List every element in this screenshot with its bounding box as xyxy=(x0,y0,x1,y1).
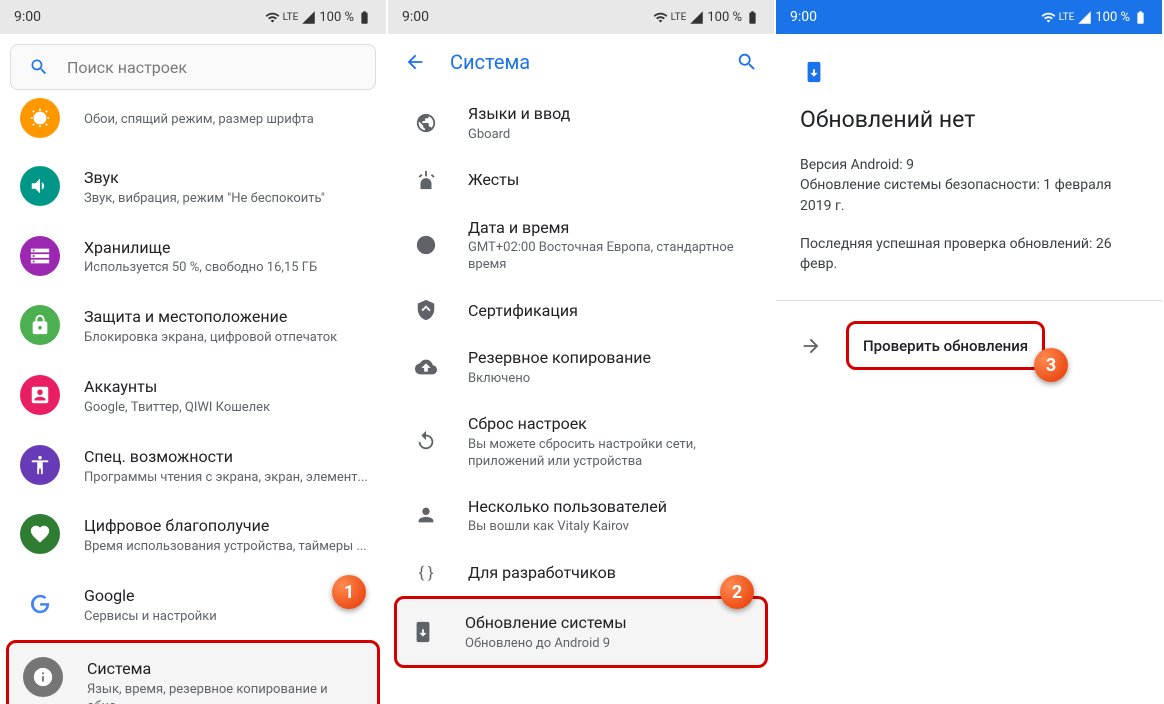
system-item-languages[interactable]: Языки и вводGboard xyxy=(388,90,774,156)
check-updates-row: Проверить обновления xyxy=(776,301,1162,390)
check-updates-label: Проверить обновления xyxy=(863,337,1028,355)
system-item-gestures[interactable]: Жесты xyxy=(388,156,774,204)
cert-icon xyxy=(414,298,438,322)
sound-icon xyxy=(20,166,60,206)
status-bar: 9:00 LTE 100 % xyxy=(776,0,1162,34)
search-icon xyxy=(29,57,49,77)
settings-item-accounts[interactable]: АккаунтыGoogle, Твиттер, QIWI Кошелек xyxy=(0,361,386,431)
a11y-icon xyxy=(20,445,60,485)
settings-list: Обои, спящий режим, размер шрифта ЗвукЗв… xyxy=(0,98,386,704)
settings-item-display[interactable]: Обои, спящий режим, размер шрифта xyxy=(0,98,386,152)
settings-item-storage[interactable]: ХранилищеИспользуется 50 %, свободно 16,… xyxy=(0,222,386,292)
dev-icon: { } xyxy=(414,560,438,584)
system-item-backup[interactable]: Резервное копированиеВключено xyxy=(388,334,774,400)
wifi-icon xyxy=(653,10,668,25)
signal-icon xyxy=(301,10,316,25)
network-label: LTE xyxy=(283,12,299,23)
signal-icon xyxy=(1077,10,1092,25)
page-title: Система xyxy=(450,50,712,74)
account-icon xyxy=(20,375,60,415)
users-icon xyxy=(414,503,438,527)
system-item-update[interactable]: Обновление системыОбновлено до Android 9 xyxy=(397,599,765,665)
gesture-icon xyxy=(414,168,438,192)
info-icon xyxy=(23,657,63,697)
update-phone-icon xyxy=(800,58,828,86)
storage-icon xyxy=(20,236,60,276)
status-time: 9:00 xyxy=(14,9,41,25)
reset-icon xyxy=(414,429,438,453)
system-item-certification[interactable]: Сертификация xyxy=(388,286,774,334)
system-item-users[interactable]: Несколько пользователейВы вошли как Vita… xyxy=(388,483,774,549)
highlight-update: Обновление системыОбновлено до Android 9 xyxy=(394,596,768,668)
update-content: Обновлений нет Версия Android: 9 Обновле… xyxy=(776,34,1162,292)
wifi-icon xyxy=(1041,10,1056,25)
last-check: Последняя успешная проверка обновлений: … xyxy=(800,234,1138,275)
search-bar[interactable]: Поиск настроек xyxy=(10,44,376,90)
status-icons: LTE 100 % xyxy=(265,10,372,25)
callout-2: 2 xyxy=(720,575,754,609)
android-version: Версия Android: 9 xyxy=(800,155,1138,175)
status-time: 9:00 xyxy=(790,9,817,25)
status-icons: LTE 100 % xyxy=(653,10,760,25)
status-bar: 9:00 LTE 100 % xyxy=(388,0,774,34)
settings-item-sound[interactable]: ЗвукЗвук, вибрация, режим "Не беспокоить… xyxy=(0,152,386,222)
update-icon xyxy=(411,620,435,644)
highlight-system: СистемаЯзык, время, резервное копировани… xyxy=(6,640,380,704)
system-item-reset[interactable]: Сброс настроекВы можете сбросить настрой… xyxy=(388,400,774,483)
settings-item-accessibility[interactable]: Спец. возможностиПрограммы чтения с экра… xyxy=(0,431,386,501)
settings-item-system[interactable]: СистемаЯзык, время, резервное копировани… xyxy=(9,643,377,704)
google-icon xyxy=(20,584,60,624)
callout-1: 1 xyxy=(332,575,366,609)
search-placeholder: Поиск настроек xyxy=(67,58,187,77)
status-bar: 9:00 LTE 100 % xyxy=(0,0,386,34)
battery-icon xyxy=(357,10,372,25)
screen-settings: 9:00 LTE 100 % Поиск настроек Обои, спящ… xyxy=(0,0,388,704)
heart-icon xyxy=(20,514,60,554)
system-item-datetime[interactable]: Дата и времяGMT+02:00 Восточная Европа, … xyxy=(388,204,774,287)
status-icons: LTE 100 % xyxy=(1041,10,1148,25)
clock-icon xyxy=(414,233,438,257)
settings-item-security[interactable]: Защита и местоположениеБлокировка экрана… xyxy=(0,291,386,361)
security-patch: Обновление системы безопасности: 1 февра… xyxy=(800,175,1138,216)
screen-update: 9:00 LTE 100 % Обновлений нет Версия And… xyxy=(776,0,1164,704)
display-icon xyxy=(20,98,60,138)
arrow-icon xyxy=(800,335,822,357)
signal-icon xyxy=(689,10,704,25)
settings-item-wellbeing[interactable]: Цифровое благополучиеВремя использования… xyxy=(0,500,386,570)
screen-system: 9:00 LTE 100 % Система Языки и вводGboar… xyxy=(388,0,776,704)
update-heading: Обновлений нет xyxy=(800,106,1138,133)
backup-icon xyxy=(414,355,438,379)
back-icon[interactable] xyxy=(404,51,426,73)
lock-icon xyxy=(20,305,60,345)
app-bar: Система xyxy=(388,34,774,90)
system-list: Языки и вводGboard Жесты Дата и времяGMT… xyxy=(388,90,774,704)
battery-icon xyxy=(1133,10,1148,25)
search-icon[interactable] xyxy=(736,51,758,73)
callout-3: 3 xyxy=(1034,348,1068,382)
wifi-icon xyxy=(265,10,280,25)
system-item-developer[interactable]: { } Для разработчиков xyxy=(388,548,774,596)
battery-label: 100 % xyxy=(319,10,354,25)
status-time: 9:00 xyxy=(402,9,429,25)
settings-item-google[interactable]: GoogleСервисы и настройки xyxy=(0,570,386,640)
battery-icon xyxy=(745,10,760,25)
globe-icon xyxy=(414,111,438,135)
check-updates-button[interactable]: Проверить обновления xyxy=(846,321,1045,370)
